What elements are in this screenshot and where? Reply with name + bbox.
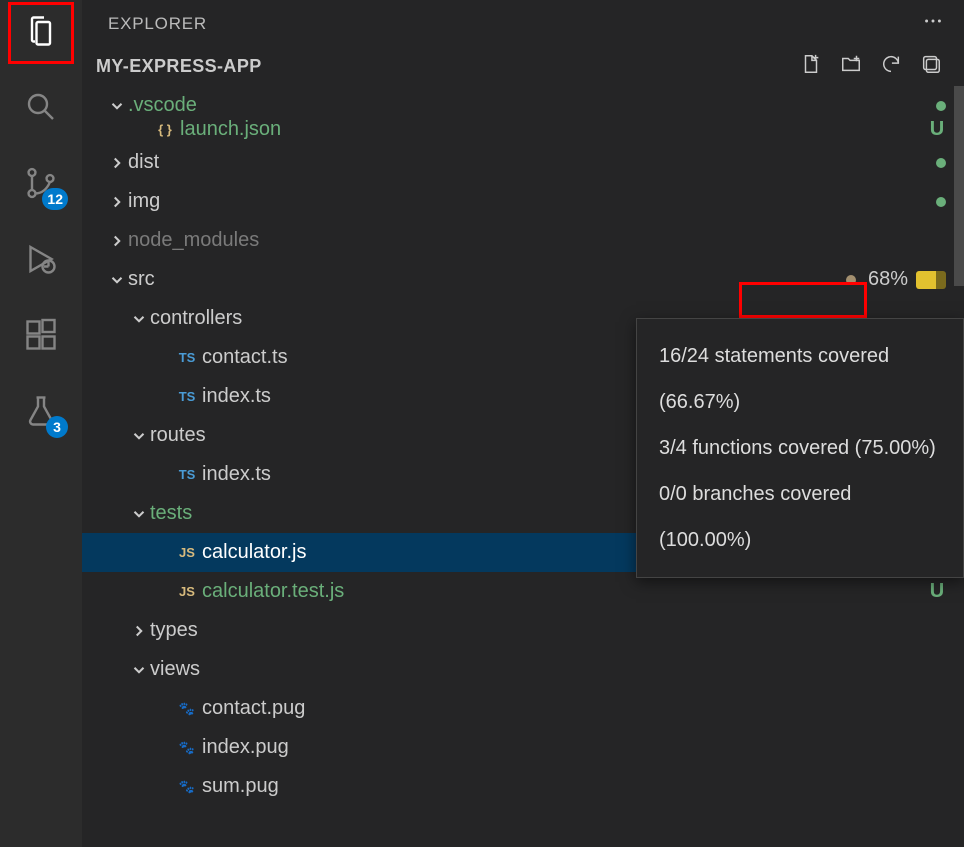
- refresh-icon[interactable]: [880, 53, 902, 80]
- coverage-badge: 68%: [868, 268, 946, 291]
- chevron-right-icon: [128, 622, 150, 640]
- git-status-letter: U: [928, 118, 946, 141]
- tree-file[interactable]: 🐾contact.pug: [82, 689, 964, 728]
- tree-label: node_modules: [128, 229, 946, 252]
- git-status-letter: U: [928, 580, 946, 603]
- coverage-percent: 68%: [868, 268, 908, 291]
- tree-label: views: [150, 658, 946, 681]
- tree-label: img: [128, 190, 936, 213]
- explorer-panel: EXPLORER MY-EXPRESS-APP .vscode{ }launch…: [82, 0, 964, 847]
- tree-folder[interactable]: views: [82, 650, 964, 689]
- explorer-icon[interactable]: [10, 8, 72, 54]
- tree-file[interactable]: 🐾index.pug: [82, 728, 964, 767]
- tree-label: types: [150, 619, 946, 642]
- git-status-dot: [936, 158, 946, 168]
- chevron-right-icon: [106, 232, 128, 250]
- search-icon[interactable]: [10, 84, 72, 130]
- tooltip-line: 3/4 functions covered (75.00%): [659, 425, 941, 471]
- chevron-right-icon: [106, 193, 128, 211]
- source-control-badge: 12: [42, 188, 68, 210]
- chevron-down-icon: [128, 310, 150, 328]
- git-status-dot: [936, 101, 946, 111]
- git-status-dot: [936, 197, 946, 207]
- coverage-tooltip: 16/24 statements covered (66.67%) 3/4 fu…: [636, 318, 964, 578]
- extensions-icon[interactable]: [10, 312, 72, 358]
- tree-label: launch.json: [180, 118, 928, 141]
- pug-file-icon: 🐾: [172, 740, 202, 756]
- chevron-down-icon: [128, 661, 150, 679]
- json-file-icon: { }: [150, 122, 180, 137]
- tree-folder[interactable]: node_modules: [82, 221, 964, 260]
- collapse-icon[interactable]: [920, 53, 942, 80]
- run-debug-icon[interactable]: [10, 236, 72, 282]
- project-name: MY-EXPRESS-APP: [96, 56, 262, 77]
- ts-file-icon: TS: [172, 389, 202, 404]
- tree-label: dist: [128, 151, 936, 174]
- pug-file-icon: 🐾: [172, 779, 202, 795]
- ts-file-icon: TS: [172, 350, 202, 365]
- tree-folder[interactable]: img: [82, 182, 964, 221]
- tree-file[interactable]: 🐾sum.pug: [82, 767, 964, 806]
- tree-label: contact.pug: [202, 697, 946, 720]
- project-header[interactable]: MY-EXPRESS-APP: [82, 47, 964, 86]
- chevron-down-icon: [128, 427, 150, 445]
- chevron-down-icon: [106, 271, 128, 289]
- js-file-icon: JS: [172, 584, 202, 599]
- testing-icon[interactable]: 3: [10, 388, 72, 434]
- tree-folder[interactable]: src 68%: [82, 260, 964, 299]
- coverage-bar: [916, 271, 946, 289]
- git-status-dot: [846, 275, 856, 285]
- new-folder-icon[interactable]: [840, 53, 862, 80]
- tree-folder[interactable]: types: [82, 611, 964, 650]
- tooltip-line: 16/24 statements covered (66.67%): [659, 333, 941, 425]
- pug-file-icon: 🐾: [172, 701, 202, 717]
- tree-label: .vscode: [128, 94, 936, 117]
- explorer-title: EXPLORER: [108, 14, 207, 34]
- new-file-icon[interactable]: [800, 53, 822, 80]
- tree-label: index.pug: [202, 736, 946, 759]
- tree-folder[interactable]: dist: [82, 143, 964, 182]
- activity-bar: 12 3: [0, 0, 82, 847]
- explorer-more-icon[interactable]: [922, 10, 944, 37]
- ts-file-icon: TS: [172, 467, 202, 482]
- tooltip-line: 0/0 branches covered (100.00%): [659, 471, 941, 563]
- testing-badge: 3: [46, 416, 68, 438]
- tree-label: src: [128, 268, 846, 291]
- tree-file[interactable]: { }launch.jsonU: [82, 115, 964, 143]
- chevron-down-icon: [128, 505, 150, 523]
- tree-label: sum.pug: [202, 775, 946, 798]
- source-control-icon[interactable]: 12: [10, 160, 72, 206]
- chevron-down-icon: [106, 97, 128, 115]
- tree-label: calculator.test.js: [202, 580, 928, 603]
- chevron-right-icon: [106, 154, 128, 172]
- js-file-icon: JS: [172, 545, 202, 560]
